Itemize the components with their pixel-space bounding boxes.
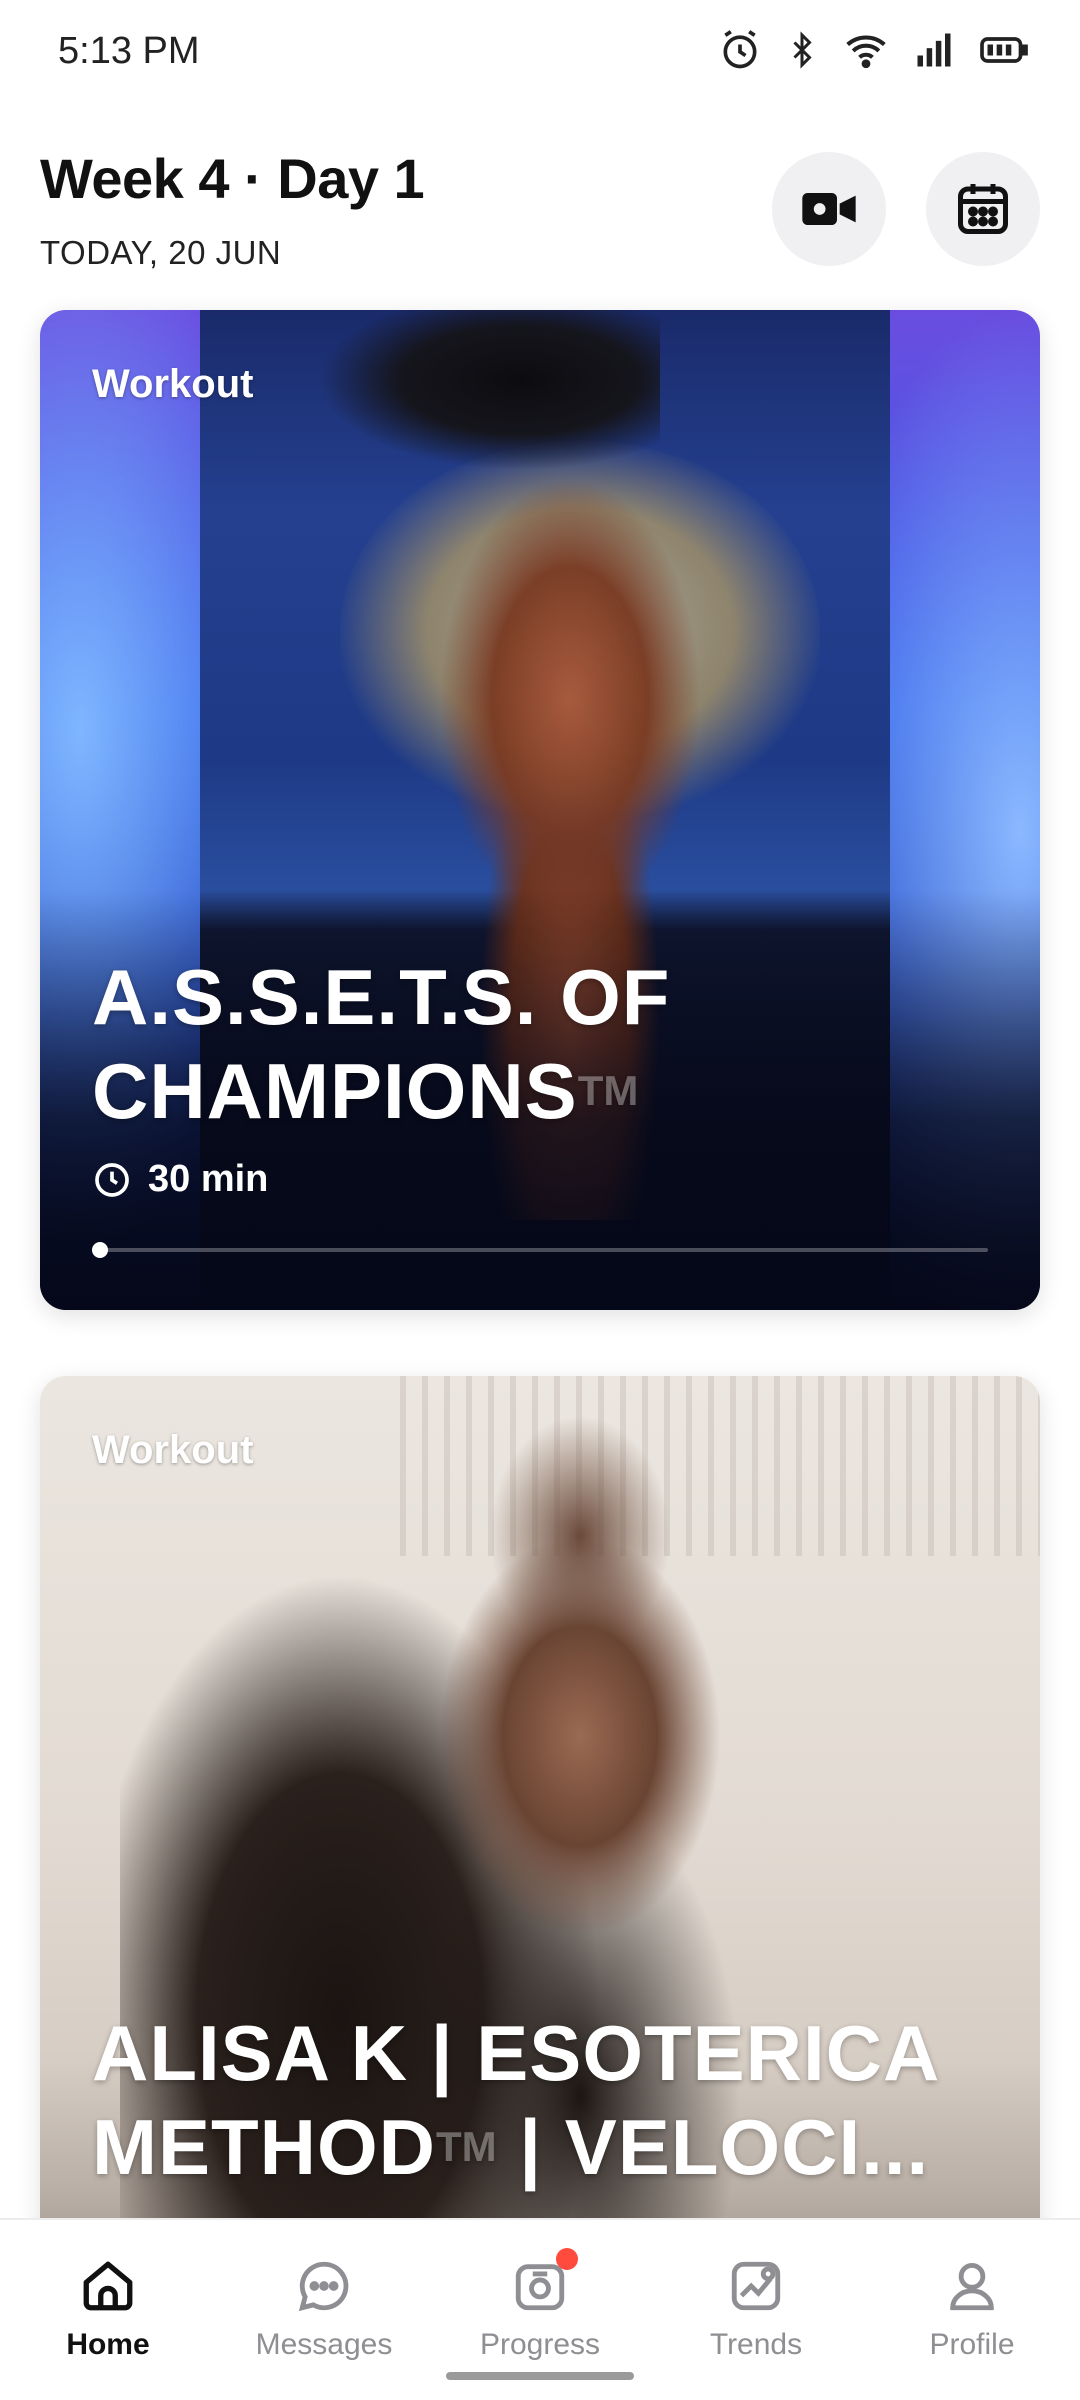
- page-title: Week 4 · Day 1: [40, 147, 425, 210]
- wifi-icon: [846, 35, 886, 69]
- camera-icon: [508, 2248, 578, 2318]
- nav-item-profile[interactable]: Profile: [864, 2220, 1080, 2400]
- battery-icon: [980, 37, 1028, 63]
- home-indicator[interactable]: [446, 2372, 634, 2380]
- home-icon: [76, 2254, 140, 2318]
- bluetooth-icon: [793, 31, 812, 69]
- card-title: ALISA K | ESOTERICA METHODTM | VELOCI...: [92, 2006, 972, 2194]
- trend-chart-icon: [724, 2254, 788, 2318]
- person-icon: [940, 2254, 1004, 2318]
- card-tag: Workout: [92, 1428, 254, 1472]
- alarm-icon: [723, 30, 757, 69]
- card-duration: 30 min: [92, 1158, 268, 1201]
- card-title-line: METHODTM | VELOCI...: [92, 2100, 972, 2194]
- nav-label: Messages: [255, 2328, 393, 2361]
- video-camera-icon: [802, 193, 856, 225]
- chat-icon: [292, 2254, 356, 2318]
- trademark-mark: TM: [435, 2123, 497, 2170]
- card-tag: Workout: [92, 362, 254, 406]
- calendar-icon: [958, 184, 1008, 234]
- workout-card[interactable]: Workout A.S.S.E.T.S. OF CHAMPIONSTM 30 m…: [40, 310, 1040, 1310]
- nav-item-home[interactable]: Home: [0, 2220, 216, 2400]
- progress-handle: [92, 1242, 108, 1258]
- page-date: TODAY, 20 JUN: [40, 234, 282, 271]
- status-icons: [718, 28, 1030, 72]
- nav-item-trends[interactable]: Trends: [648, 2220, 864, 2400]
- signal-icon: [917, 33, 951, 67]
- nav-label: Trends: [709, 2328, 803, 2361]
- clock-icon: [95, 1162, 129, 1197]
- nav-label: Profile: [929, 2328, 1015, 2361]
- card-title: A.S.S.E.T.S. OF CHAMPIONSTM: [92, 950, 972, 1138]
- card-title-line: ALISA K | ESOTERICA: [92, 2009, 941, 2097]
- status-bar: 5:13 PM: [0, 0, 1080, 100]
- nav-label: Home: [66, 2328, 150, 2361]
- video-call-button[interactable]: [772, 152, 886, 266]
- nav-item-messages[interactable]: Messages: [216, 2220, 432, 2400]
- status-time: 5:13 PM: [58, 30, 200, 72]
- calendar-button[interactable]: [926, 152, 1040, 266]
- card-title-text: METHOD: [92, 2103, 436, 2191]
- trademark-mark: TM: [577, 1067, 639, 1114]
- workout-progress-bar: [92, 1242, 988, 1258]
- home-screen: 5:13 PM Week 4 · Day 1 TODAY, 20 JUN Wor…: [0, 0, 1080, 2400]
- card-title-text: | VELOCI...: [496, 2103, 930, 2191]
- notification-badge: [556, 2248, 578, 2270]
- nav-label: Progress: [479, 2328, 601, 2361]
- duration-label: 30 min: [148, 1158, 269, 1200]
